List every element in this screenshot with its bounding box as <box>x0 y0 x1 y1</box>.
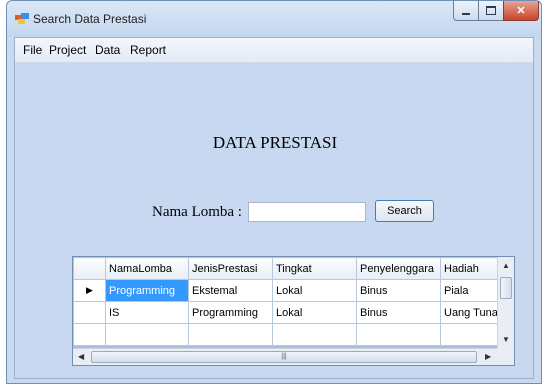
column-header[interactable]: Hadiah <box>440 257 506 280</box>
maximize-button[interactable] <box>478 1 504 21</box>
app-icon <box>15 13 29 24</box>
column-header[interactable]: NamaLomba <box>105 257 189 280</box>
table-cell[interactable]: Lokal <box>272 301 357 324</box>
grid-header-row: NamaLomba JenisPrestasi Tingkat Penyelen… <box>73 257 506 280</box>
scroll-down-icon[interactable]: ▼ <box>502 335 510 344</box>
window-title: Search Data Prestasi <box>33 12 147 26</box>
table-cell[interactable]: Piala <box>440 279 506 302</box>
table-cell[interactable] <box>272 323 357 346</box>
column-header[interactable]: Tingkat <box>272 257 357 280</box>
horizontal-scrollbar[interactable]: ◀ ||| ▶ <box>73 348 497 365</box>
maximize-icon <box>486 6 496 15</box>
close-icon: ✕ <box>516 5 526 17</box>
scroll-up-icon[interactable]: ▲ <box>502 261 510 270</box>
row-header[interactable] <box>73 301 106 324</box>
minimize-button[interactable] <box>453 1 479 21</box>
horizontal-scroll-thumb[interactable]: ||| <box>91 351 477 363</box>
menu-file[interactable]: File <box>23 43 42 57</box>
nama-lomba-input[interactable] <box>248 202 366 222</box>
table-row[interactable]: IS Programming Lokal Binus Uang Tunai <box>73 301 506 324</box>
row-header[interactable] <box>73 323 106 346</box>
vertical-scroll-thumb[interactable] <box>500 277 512 299</box>
menu-project[interactable]: Project <box>49 43 86 57</box>
scroll-right-icon[interactable]: ▶ <box>485 352 491 361</box>
table-cell[interactable]: Programming <box>105 279 189 302</box>
minimize-icon <box>462 12 470 15</box>
vertical-scrollbar[interactable]: ▲ ▼ <box>497 257 514 348</box>
menu-data[interactable]: Data <box>95 43 120 57</box>
table-cell[interactable]: Uang Tunai <box>440 301 506 324</box>
menu-report[interactable]: Report <box>130 43 166 57</box>
current-row-indicator-icon[interactable]: ▶ <box>73 279 106 302</box>
table-cell[interactable] <box>356 323 441 346</box>
nama-lomba-label: Nama Lomba : <box>152 204 242 220</box>
table-cell[interactable]: Binus <box>356 301 441 324</box>
table-cell[interactable]: IS <box>105 301 189 324</box>
table-cell[interactable] <box>188 323 273 346</box>
table-cell[interactable] <box>440 323 506 346</box>
row-header-corner <box>73 257 106 280</box>
title-bar[interactable]: Search Data Prestasi ✕ <box>7 1 541 37</box>
form-client-area: File Project Data Report DATA PRESTASI N… <box>14 37 534 379</box>
grid-table: NamaLomba JenisPrestasi Tingkat Penyelen… <box>73 257 506 346</box>
search-button[interactable]: Search <box>375 200 434 222</box>
table-cell[interactable]: Ekstemal <box>188 279 273 302</box>
column-header[interactable]: Penyelenggara <box>356 257 441 280</box>
close-button[interactable]: ✕ <box>503 1 539 21</box>
scroll-left-icon[interactable]: ◀ <box>78 352 84 361</box>
table-row[interactable]: ▶ Programming Ekstemal Lokal Binus Piala <box>73 279 506 302</box>
table-cell[interactable]: Binus <box>356 279 441 302</box>
table-cell[interactable] <box>105 323 189 346</box>
table-row-partial[interactable] <box>73 323 506 346</box>
data-grid[interactable]: NamaLomba JenisPrestasi Tingkat Penyelen… <box>72 256 515 366</box>
main-window: Search Data Prestasi ✕ File Project Data… <box>6 0 542 384</box>
table-cell[interactable]: Programming <box>188 301 273 324</box>
table-cell[interactable]: Lokal <box>272 279 357 302</box>
page-title: DATA PRESTASI <box>212 133 338 152</box>
column-header[interactable]: JenisPrestasi <box>188 257 273 280</box>
menu-bar: File Project Data Report <box>15 38 533 63</box>
scrollbar-corner <box>497 348 514 365</box>
